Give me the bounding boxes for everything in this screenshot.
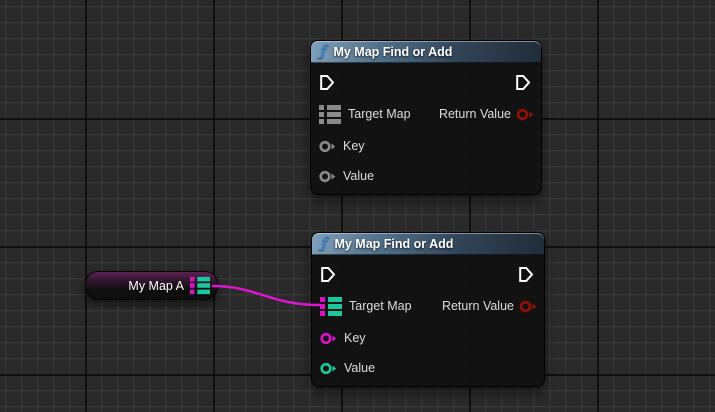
target-map-label: Target Map bbox=[349, 299, 412, 313]
target-map-pin[interactable] bbox=[319, 105, 341, 124]
variable-name-label: My Map A bbox=[128, 279, 184, 293]
return-value-label: Return Value bbox=[439, 107, 511, 121]
node-title: My Map Find or Add bbox=[334, 237, 453, 251]
return-value-pin[interactable] bbox=[519, 300, 538, 313]
exec-out-pin-icon bbox=[515, 74, 531, 91]
node-my-map-find-or-add-2[interactable]: ƒ My Map Find or Add Target Map bbox=[311, 232, 545, 387]
key-label: Key bbox=[343, 139, 365, 153]
exec-in-pin[interactable] bbox=[320, 265, 336, 283]
circle-pin-icon bbox=[516, 108, 535, 121]
return-value-label: Return Value bbox=[442, 299, 514, 313]
circle-pin-icon bbox=[320, 332, 338, 345]
value-pin[interactable] bbox=[320, 362, 338, 375]
key-label: Key bbox=[344, 331, 366, 345]
node-title: My Map Find or Add bbox=[333, 45, 452, 59]
value-pin[interactable] bbox=[319, 170, 337, 183]
value-label: Value bbox=[343, 169, 374, 183]
target-map-pin[interactable] bbox=[320, 297, 342, 316]
function-icon: ƒ bbox=[321, 236, 327, 251]
node-my-map-find-or-add-1[interactable]: ƒ My Map Find or Add Target Map bbox=[310, 40, 542, 195]
exec-out-pin[interactable] bbox=[518, 265, 534, 283]
target-map-label: Target Map bbox=[348, 107, 411, 121]
function-icon: ƒ bbox=[320, 44, 326, 59]
map-pin-icon bbox=[190, 276, 210, 295]
circle-pin-icon bbox=[320, 362, 338, 375]
variable-output-pin[interactable] bbox=[190, 276, 210, 295]
circle-pin-icon bbox=[319, 170, 337, 183]
exec-in-pin-icon bbox=[319, 74, 335, 91]
node-variable-my-map-a[interactable]: My Map A bbox=[85, 271, 218, 300]
circle-pin-icon bbox=[519, 300, 538, 313]
node-header[interactable]: ƒ My Map Find or Add bbox=[312, 233, 544, 255]
blueprint-graph-canvas[interactable]: ƒ My Map Find or Add Target Map bbox=[0, 0, 715, 412]
return-value-pin[interactable] bbox=[516, 108, 535, 121]
exec-out-pin[interactable] bbox=[515, 73, 531, 91]
circle-pin-icon bbox=[319, 140, 337, 153]
value-label: Value bbox=[344, 361, 375, 375]
exec-in-pin-icon bbox=[320, 266, 336, 283]
map-pin-icon bbox=[320, 297, 342, 316]
exec-in-pin[interactable] bbox=[319, 73, 335, 91]
map-connection-wire[interactable] bbox=[212, 286, 321, 305]
map-pin-icon bbox=[319, 105, 341, 124]
exec-out-pin-icon bbox=[518, 266, 534, 283]
key-pin[interactable] bbox=[320, 332, 338, 345]
key-pin[interactable] bbox=[319, 140, 337, 153]
node-header[interactable]: ƒ My Map Find or Add bbox=[311, 41, 541, 63]
